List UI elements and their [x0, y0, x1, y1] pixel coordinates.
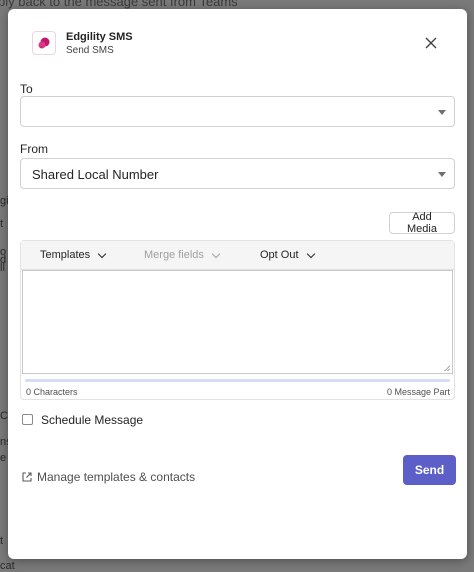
manage-templates-label: Manage templates & contacts	[37, 470, 196, 484]
external-link-icon	[22, 472, 32, 482]
send-button[interactable]: Send	[403, 455, 456, 485]
chevron-down-icon	[211, 249, 221, 258]
templates-label: Templates	[40, 249, 91, 261]
merge-fields-dropdown[interactable]: Merge fields	[144, 249, 221, 261]
to-label: To	[20, 82, 33, 96]
opt-out-dropdown[interactable]: Opt Out	[260, 249, 315, 261]
manage-templates-link[interactable]: Manage templates & contacts	[21, 470, 195, 484]
from-value: Shared Local Number	[32, 167, 159, 182]
characters-count: 0 Characters	[26, 387, 78, 397]
background-text: gi	[0, 195, 9, 207]
templates-dropdown[interactable]: Templates	[40, 249, 107, 261]
schedule-message-label: Schedule Message	[41, 413, 144, 427]
background-text: Co	[0, 410, 14, 422]
chevron-down-icon	[97, 249, 107, 258]
background-text: t	[0, 218, 4, 230]
app-title: Edgility SMS	[66, 31, 133, 43]
caret-down-icon	[438, 110, 446, 115]
message-textarea[interactable]	[22, 270, 453, 374]
background-text: e	[0, 452, 7, 464]
from-label: From	[20, 142, 48, 156]
schedule-message-checkbox[interactable]	[22, 414, 33, 425]
send-sms-dialog: Edgility SMS Send SMS To From Shared Loc…	[8, 9, 467, 559]
from-select[interactable]: Shared Local Number	[20, 158, 455, 189]
merge-fields-label: Merge fields	[144, 249, 204, 261]
caret-down-icon	[438, 172, 446, 177]
message-part-count: 0 Message Part	[386, 387, 450, 397]
edgility-logo-icon	[32, 31, 56, 55]
close-icon	[425, 37, 437, 49]
background-text: ll	[0, 262, 5, 274]
app-subtitle: Send SMS	[66, 45, 114, 56]
background-text: ns	[0, 436, 12, 448]
background-message-text: ply back to the message sent from Teams	[0, 0, 238, 9]
chevron-down-icon	[306, 249, 315, 258]
add-media-button[interactable]: Add Media	[389, 211, 455, 235]
background-text: cat	[0, 560, 15, 572]
editor-toolbar: Templates Merge fields Opt Out	[21, 241, 454, 270]
to-select[interactable]	[20, 96, 455, 127]
close-button[interactable]	[422, 34, 440, 52]
character-progress-bar	[25, 379, 450, 382]
opt-out-label: Opt Out	[260, 249, 299, 261]
background-text: t	[0, 535, 4, 547]
resize-handle-icon[interactable]	[444, 365, 450, 371]
message-editor: Templates Merge fields Opt Out 0 Charact…	[20, 240, 455, 400]
